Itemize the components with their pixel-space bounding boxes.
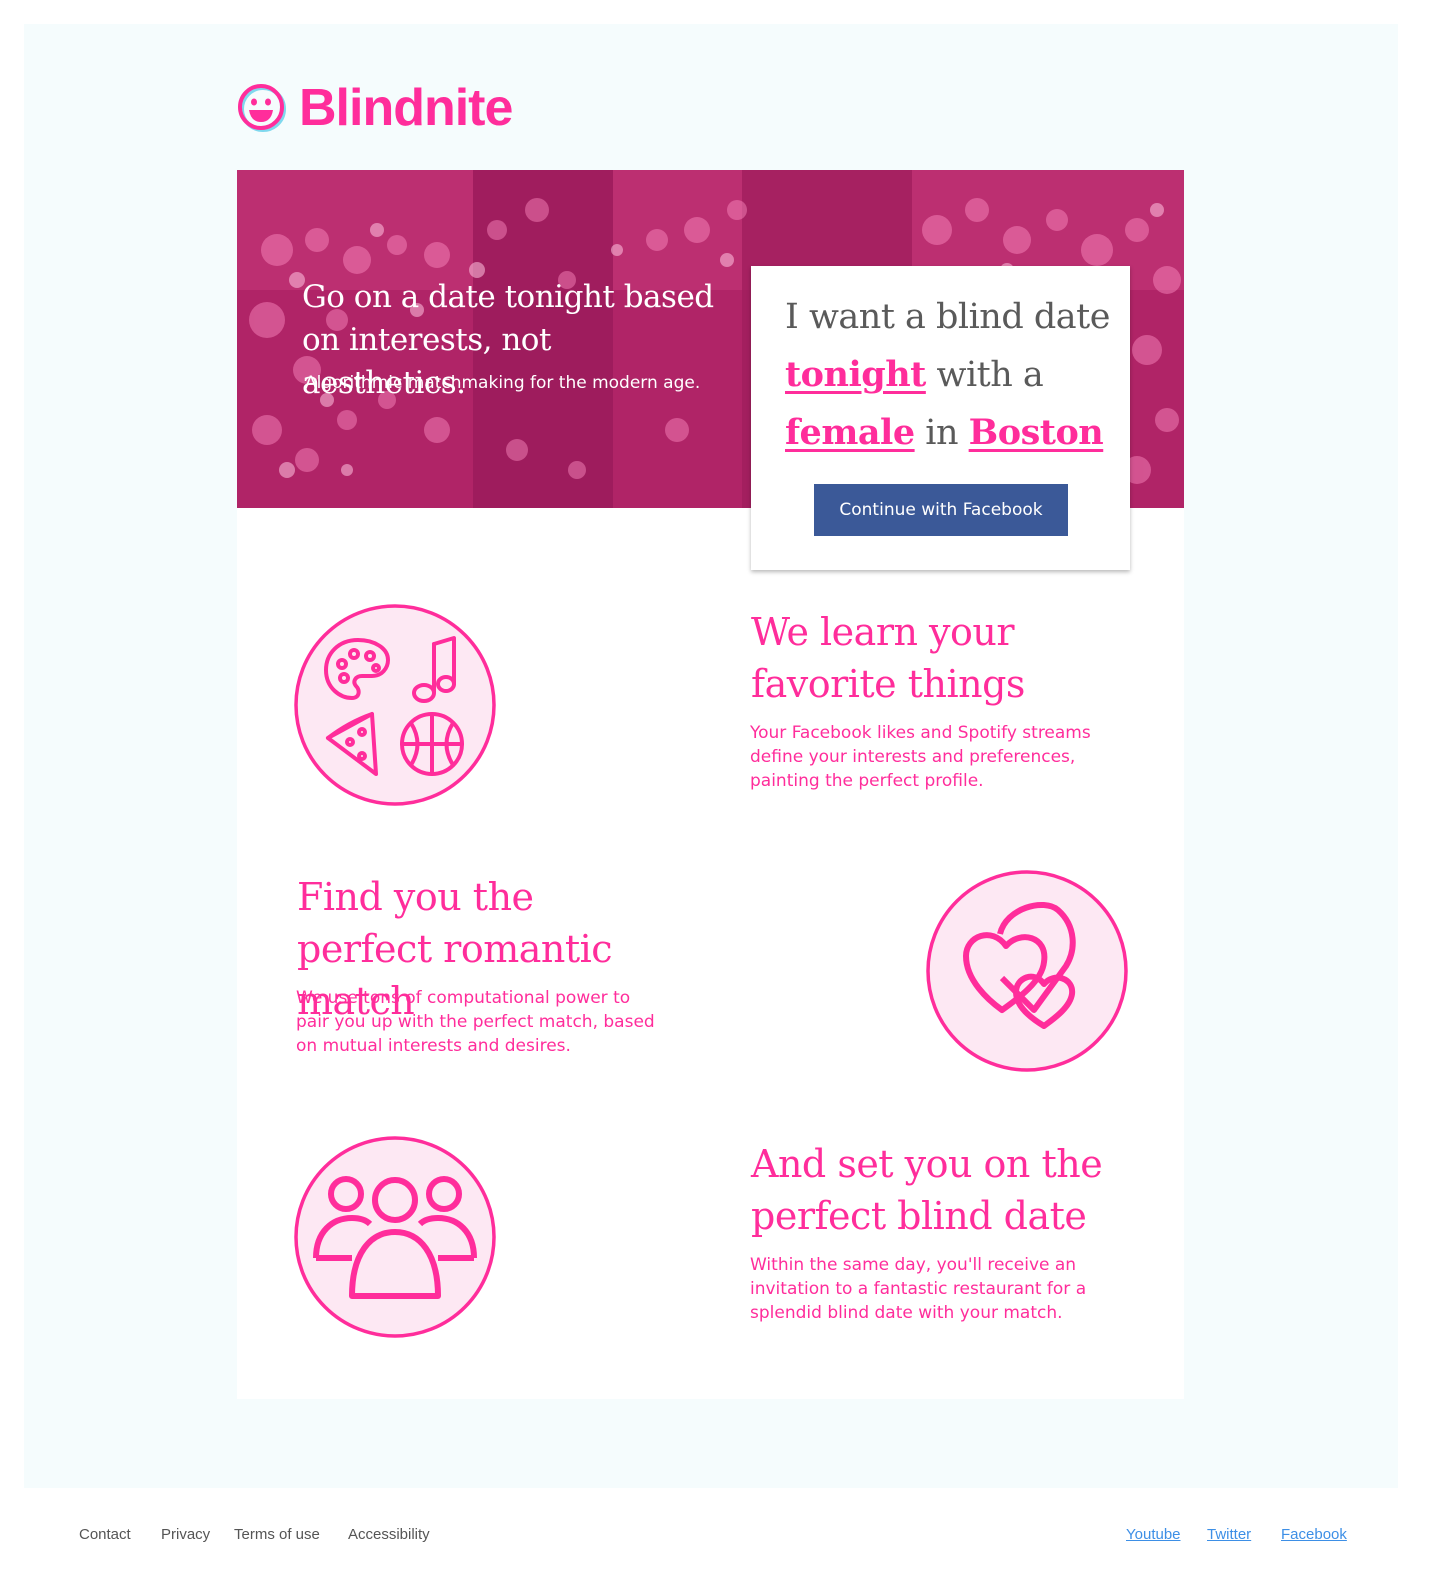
hero-subheadline: Algorithmic matchmaking for the modern a…	[305, 373, 701, 393]
footer-link-youtube[interactable]: Youtube	[1126, 1526, 1181, 1543]
when-selector[interactable]: tonight	[785, 354, 926, 395]
hearts-icon	[926, 870, 1128, 1072]
connector-text: in	[925, 413, 958, 453]
footer-link-terms[interactable]: Terms of use	[234, 1526, 320, 1543]
continue-with-facebook-button[interactable]: Continue with Facebook	[814, 484, 1068, 536]
smiley-face-icon	[238, 84, 286, 132]
city-selector[interactable]: Boston	[969, 412, 1104, 453]
connector-text: with a	[936, 355, 1044, 395]
brand-name: Blindnite	[299, 79, 513, 137]
footer-link-privacy[interactable]: Privacy	[161, 1526, 210, 1543]
date-preferences-card: I want a blind date tonight with a femal…	[751, 266, 1130, 570]
feature-1-description: Your Facebook likes and Spotify streams …	[750, 723, 1091, 791]
footer-link-accessibility[interactable]: Accessibility	[348, 1526, 430, 1543]
footer-link-twitter[interactable]: Twitter	[1207, 1526, 1251, 1543]
feature-2-description: We use tons of computational power to pa…	[296, 988, 655, 1056]
feature-3-description: Within the same day, you'll receive an i…	[750, 1255, 1087, 1323]
feature-1-title: We learn your favorite things	[751, 610, 1025, 706]
people-group-icon	[294, 1136, 496, 1338]
interests-icon	[294, 604, 496, 806]
date-prefix-text: I want a blind date	[785, 297, 1110, 337]
date-preferences-sentence: I want a blind date tonight with a femal…	[785, 288, 1115, 462]
footer-link-facebook[interactable]: Facebook	[1281, 1526, 1347, 1543]
gender-selector[interactable]: female	[785, 412, 915, 453]
brand-logo[interactable]: Blindnite	[237, 78, 513, 138]
footer-link-contact[interactable]: Contact	[79, 1526, 131, 1543]
feature-3-title: And set you on the perfect blind date	[751, 1142, 1103, 1238]
footer: Contact Privacy Terms of use Accessibili…	[0, 1490, 1440, 1589]
